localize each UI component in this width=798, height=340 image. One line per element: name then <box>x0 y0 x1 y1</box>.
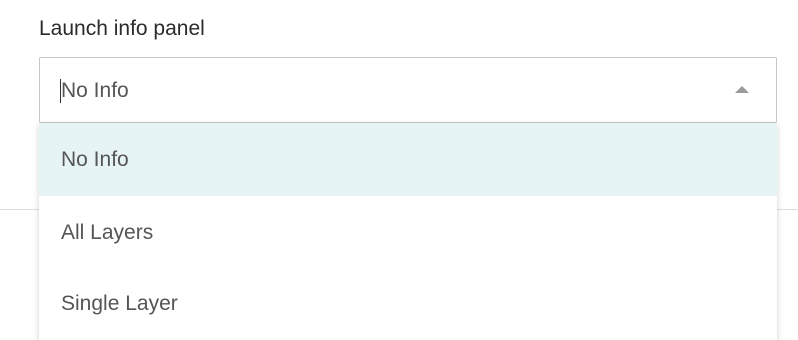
arrow-up-icon[interactable] <box>735 86 749 93</box>
option-single-layer[interactable]: Single Layer <box>39 267 777 340</box>
dropdown-menu: No Info All Layers Single Layer <box>39 123 777 340</box>
option-no-info[interactable]: No Info <box>39 123 777 196</box>
field-label: Launch info panel <box>39 17 205 40</box>
select-value: No Info <box>61 79 129 102</box>
launch-info-select[interactable]: No Info <box>39 57 777 123</box>
option-all-layers[interactable]: All Layers <box>39 196 777 269</box>
